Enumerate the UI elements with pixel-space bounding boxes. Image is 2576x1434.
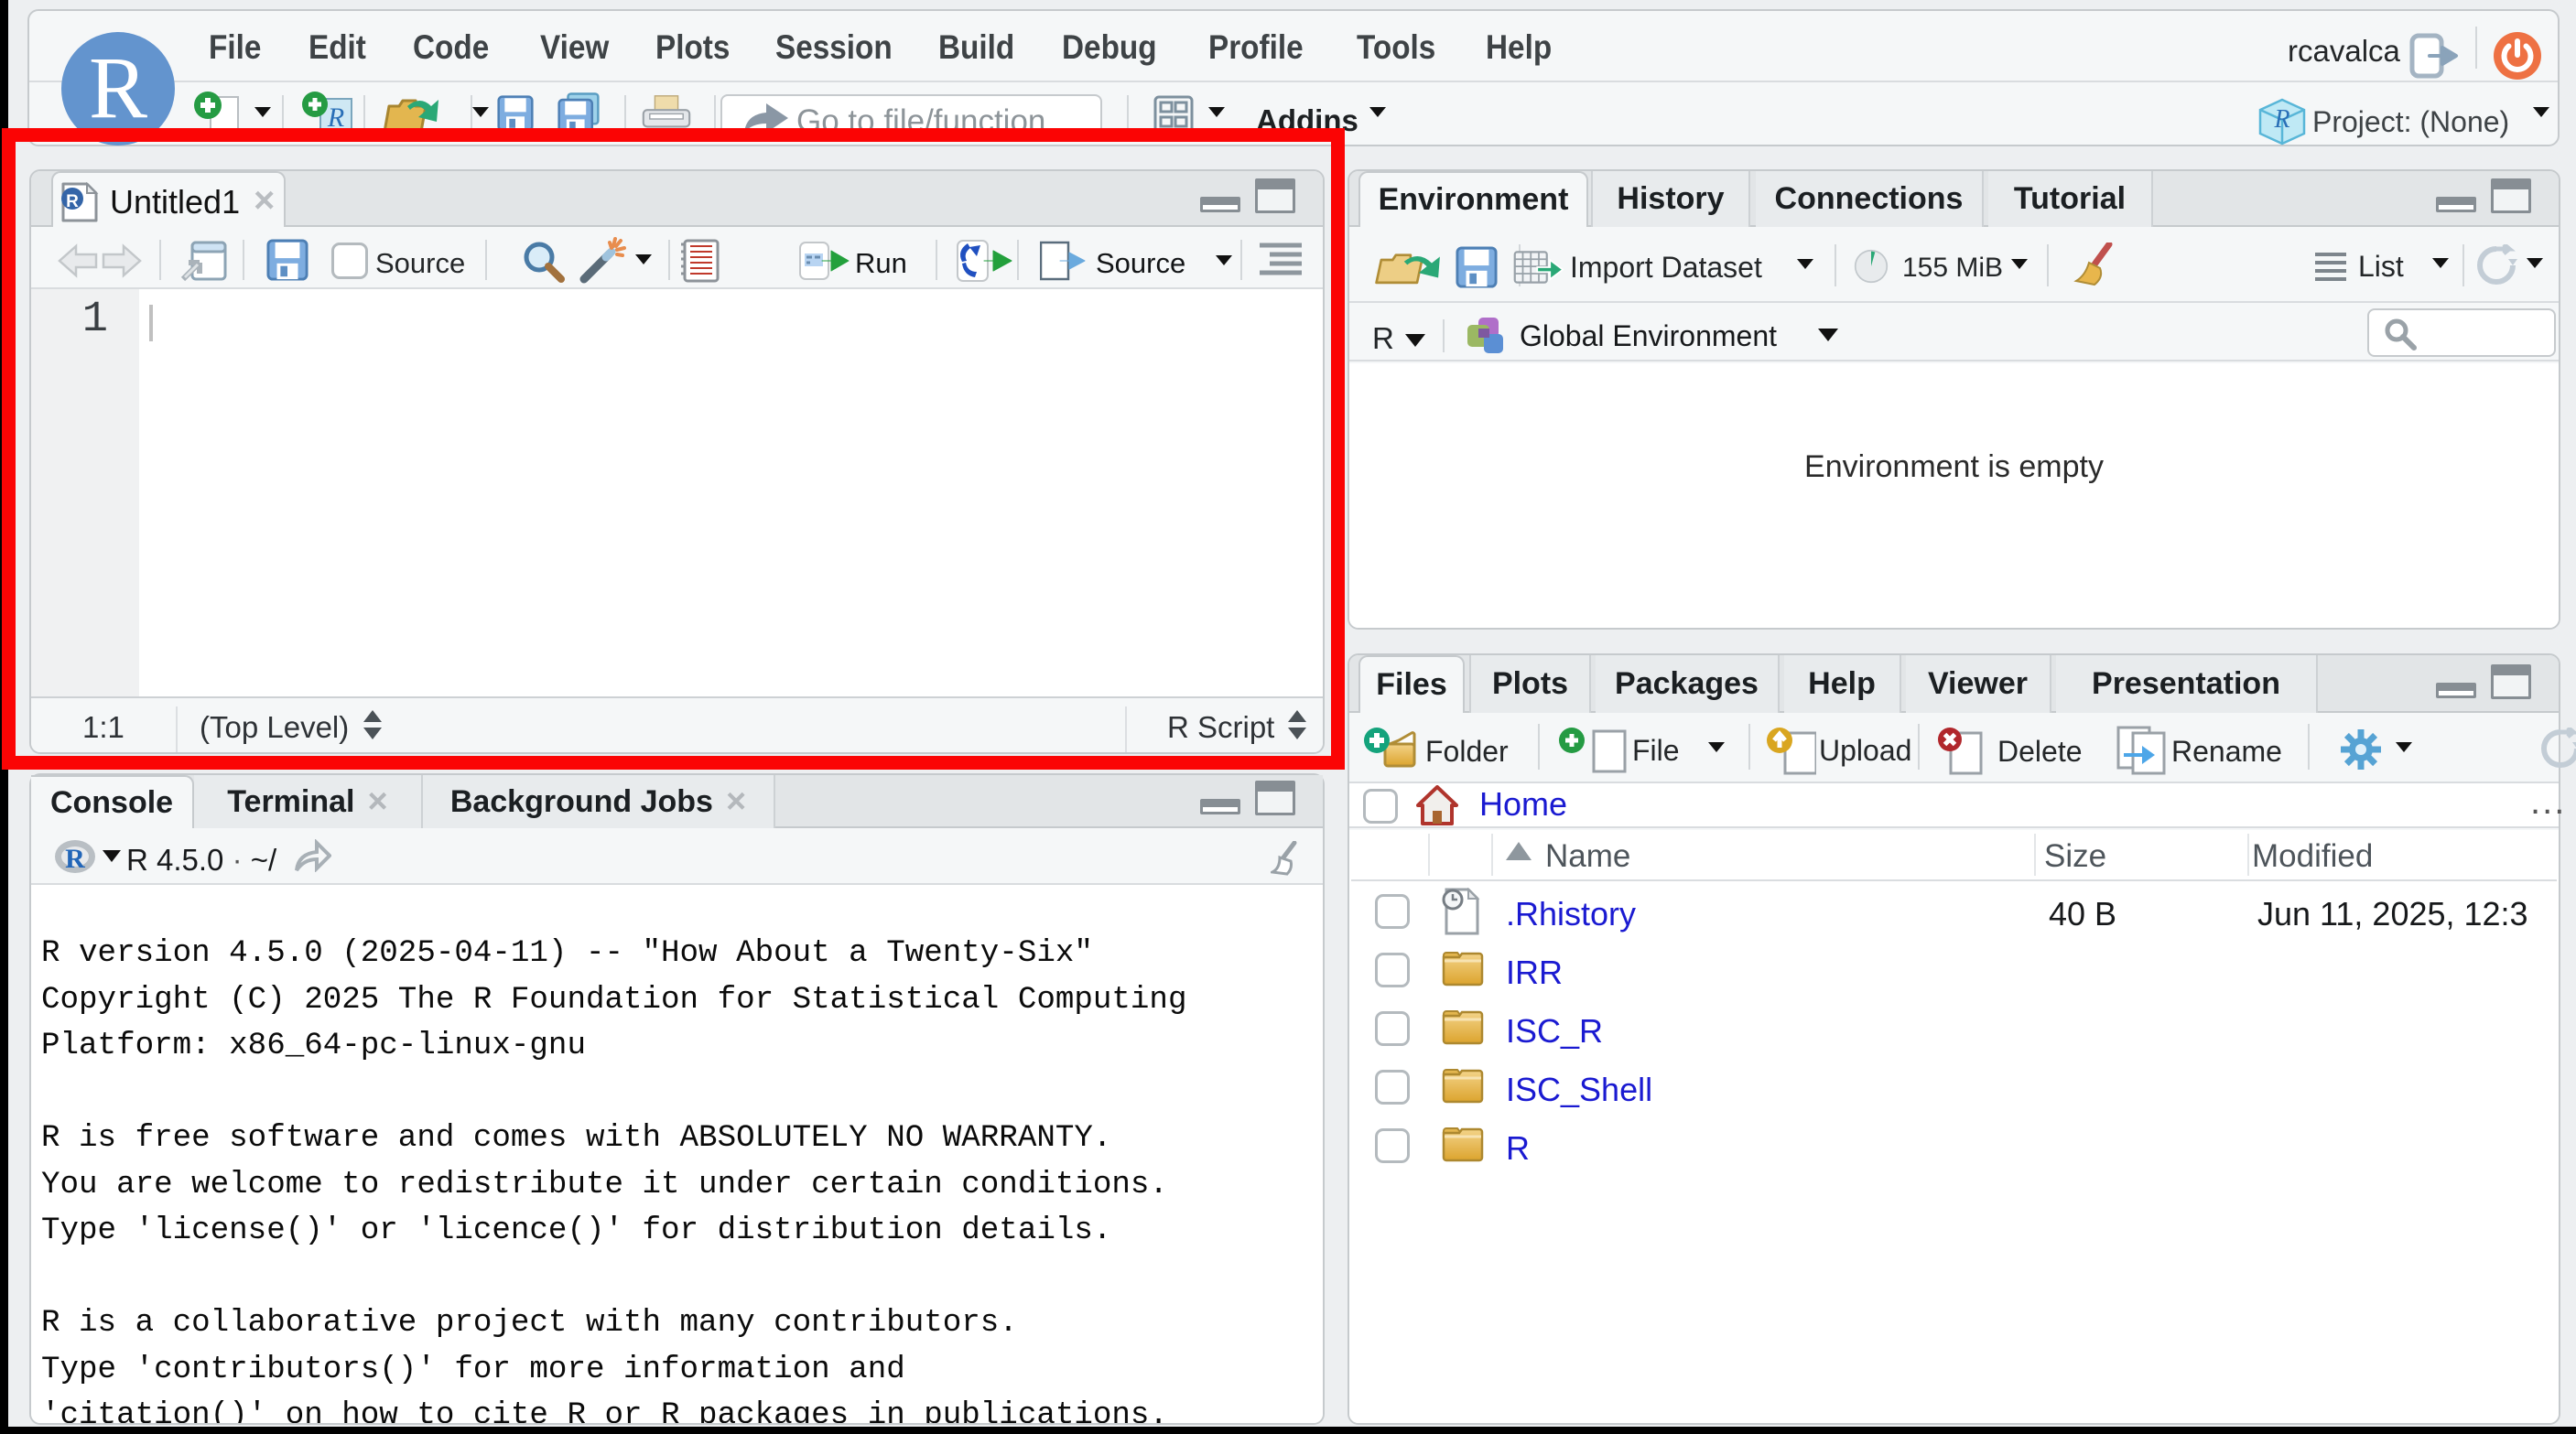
svg-text:R: R xyxy=(89,38,147,136)
svg-text:R: R xyxy=(2273,105,2289,134)
svg-text:R: R xyxy=(65,844,85,874)
